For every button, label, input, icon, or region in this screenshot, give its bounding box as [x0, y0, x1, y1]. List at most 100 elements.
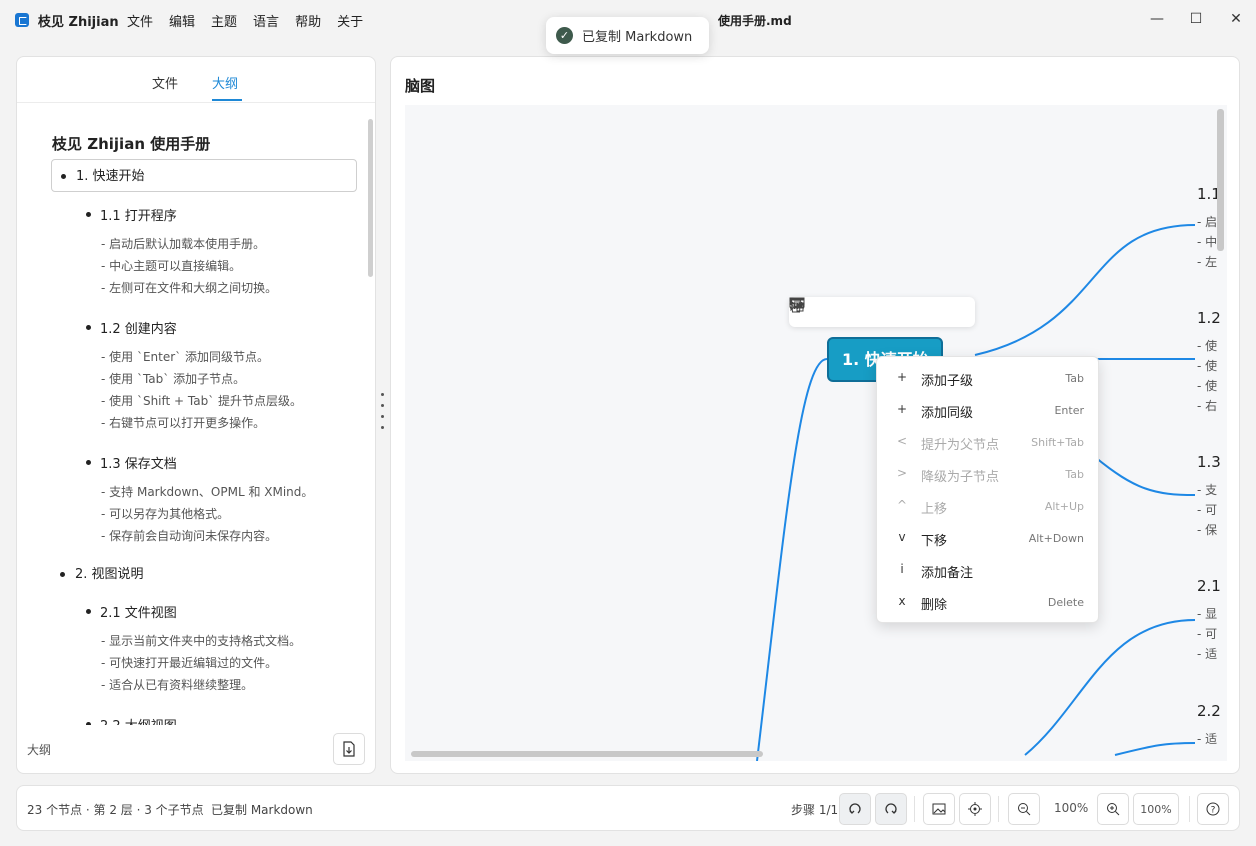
canvas-horizontal-scrollbar[interactable]: [411, 751, 763, 757]
outline-section-2[interactable]: 2. 视图说明: [51, 558, 357, 591]
menu-bar: 文件 编辑 主题 语言 帮助 关于: [127, 11, 363, 30]
branch-note: - 可: [1197, 503, 1218, 517]
undo-button[interactable]: [839, 793, 871, 825]
outline-title[interactable]: 枝见 Zhijian 使用手册: [52, 133, 210, 154]
outline-subsection-2-2[interactable]: 2.2 大纲视图: [86, 715, 177, 725]
menu-item-move-down[interactable]: v 下移 Alt+Down: [877, 522, 1098, 554]
branch-title-2-2[interactable]: 2.2: [1197, 702, 1221, 720]
export-image-button[interactable]: [923, 793, 955, 825]
canvas-vertical-scrollbar[interactable]: [1217, 109, 1224, 251]
minimize-button[interactable]: —: [1146, 8, 1168, 30]
outline-note: - 支持 Markdown、OPML 和 XMind。: [101, 485, 314, 499]
menu-language[interactable]: 语言: [253, 11, 279, 30]
menu-theme[interactable]: 主题: [211, 11, 237, 30]
branch-title-2-1[interactable]: 2.1: [1197, 577, 1221, 595]
menu-edit[interactable]: 编辑: [169, 11, 195, 30]
plus-icon: +: [896, 370, 908, 384]
indent-button[interactable]: [790, 297, 886, 327]
connector-2-2: [1114, 742, 1196, 756]
redo-button[interactable]: [875, 793, 907, 825]
outline-subsection-1-3[interactable]: 1.3 保存文档: [86, 453, 177, 472]
outline-subsection-2-1[interactable]: 2.1 文件视图: [86, 602, 177, 621]
outline-note: - 使用 `Enter` 添加同级节点。: [101, 350, 269, 364]
toast-notification: ✓ 已复制 Markdown: [546, 17, 709, 54]
connector-root-2: [756, 358, 828, 761]
export-button[interactable]: [333, 733, 365, 765]
outline-note: - 中心主题可以直接编辑。: [101, 259, 242, 273]
tab-outline[interactable]: 大纲: [212, 73, 238, 92]
delete-node-button[interactable]: [790, 297, 975, 327]
toast-text: 已复制 Markdown: [582, 30, 693, 45]
branch-note: - 可: [1197, 627, 1218, 641]
menu-item-shortcut: Tab: [1065, 468, 1084, 481]
branch-note: - 适: [1197, 732, 1218, 746]
menu-item-label: 添加子级: [921, 374, 974, 389]
locate-center-button[interactable]: [959, 793, 991, 825]
outline-subsection-1-1[interactable]: 1.1 打开程序: [86, 205, 177, 224]
menu-item-shortcut: Alt+Down: [1028, 532, 1084, 545]
outline-note: - 保存前会自动询问未保存内容。: [101, 529, 278, 543]
branch-note: - 显: [1197, 607, 1218, 621]
menu-item-label: 提升为父节点: [921, 438, 1000, 453]
zoom-reset-button[interactable]: 100%: [1133, 793, 1179, 825]
maximize-button[interactable]: ☐: [1185, 8, 1207, 30]
menu-item-label: 添加同级: [921, 406, 974, 421]
menu-item-shortcut: Alt+Up: [1044, 500, 1084, 513]
menu-item-shortcut: Tab: [1065, 372, 1084, 385]
history-steps: 步骤 1/1: [791, 803, 839, 817]
app-logo-icon: [15, 13, 29, 27]
branch-title-1-3[interactable]: 1.3: [1197, 453, 1221, 471]
app-name: 枝见 Zhijian: [38, 15, 119, 30]
outline-note: - 使用 `Tab` 添加子节点。: [101, 372, 246, 386]
zoom-out-icon: [1018, 803, 1031, 816]
tab-files[interactable]: 文件: [152, 73, 178, 92]
divider: [914, 796, 915, 822]
mindmap-connectors: [756, 224, 1196, 761]
zoom-out-button[interactable]: [1008, 793, 1040, 825]
status-message: 已复制 Markdown: [211, 803, 313, 817]
menu-item-add-child[interactable]: + 添加子级 Tab: [877, 362, 1098, 394]
check-icon: ✓: [556, 27, 573, 44]
connector-2-1: [1024, 619, 1196, 756]
mindmap-canvas[interactable]: 1. 快速开始 1.1 - 启 - 中 - 左 1.2 - 使 - 使 - 使 …: [405, 105, 1227, 761]
branch-title-1-2[interactable]: 1.2: [1197, 309, 1221, 327]
context-menu: + 添加子级 Tab + 添加同级 Enter < 提升为父节点 Shift+T…: [876, 356, 1099, 623]
menu-item-add-note[interactable]: i 添加备注: [877, 554, 1098, 586]
menu-item-label: 下移: [921, 534, 948, 549]
divider: [998, 796, 999, 822]
branch-note: - 使: [1197, 379, 1218, 393]
menu-about[interactable]: 关于: [337, 11, 363, 30]
zoom-in-button[interactable]: [1097, 793, 1129, 825]
menu-item-label: 添加备注: [921, 566, 974, 581]
document-title: 使用手册.md: [718, 14, 792, 28]
menu-item-demote[interactable]: > 降级为子节点 Tab: [877, 458, 1098, 490]
sidebar-panel: 文件 大纲 枝见 Zhijian 使用手册 1. 快速开始 1.1 打开程序 -…: [16, 56, 376, 774]
caret-up-icon: ^: [896, 498, 908, 512]
menu-item-promote[interactable]: < 提升为父节点 Shift+Tab: [877, 426, 1098, 458]
outline-subsection-1-2[interactable]: 1.2 创建内容: [86, 318, 177, 337]
add-child-button[interactable]: [790, 297, 857, 327]
menu-item-delete[interactable]: x 删除 Delete: [877, 586, 1098, 618]
connector-1-1: [974, 224, 1196, 356]
zoom-level: 100%: [1054, 801, 1089, 815]
outline-note: - 左侧可在文件和大纲之间切换。: [101, 281, 278, 295]
comment-button[interactable]: [789, 297, 946, 327]
branch-note: - 中: [1197, 235, 1218, 249]
menu-item-move-up[interactable]: ^ 上移 Alt+Up: [877, 490, 1098, 522]
locate-icon: [968, 802, 982, 816]
help-button[interactable]: ?: [1197, 793, 1229, 825]
outline-scrollbar[interactable]: [368, 119, 373, 277]
branch-note: - 右: [1197, 399, 1218, 413]
menu-item-label: 上移: [921, 502, 948, 517]
menu-item-add-sibling[interactable]: + 添加同级 Enter: [877, 394, 1098, 426]
outline-section-1[interactable]: 1. 快速开始: [51, 159, 357, 192]
outline-note: - 适合从已有资料继续整理。: [101, 678, 254, 692]
menu-help[interactable]: 帮助: [295, 11, 321, 30]
outline-note: - 右键节点可以打开更多操作。: [101, 416, 266, 430]
outline-note: - 使用 `Shift + Tab` 提升节点层级。: [101, 394, 303, 408]
menu-file[interactable]: 文件: [127, 11, 153, 30]
panel-splitter[interactable]: [381, 393, 384, 429]
mindmap-title: 脑图: [405, 77, 436, 95]
outdent-button[interactable]: [789, 297, 916, 327]
close-button[interactable]: ✕: [1225, 8, 1247, 30]
